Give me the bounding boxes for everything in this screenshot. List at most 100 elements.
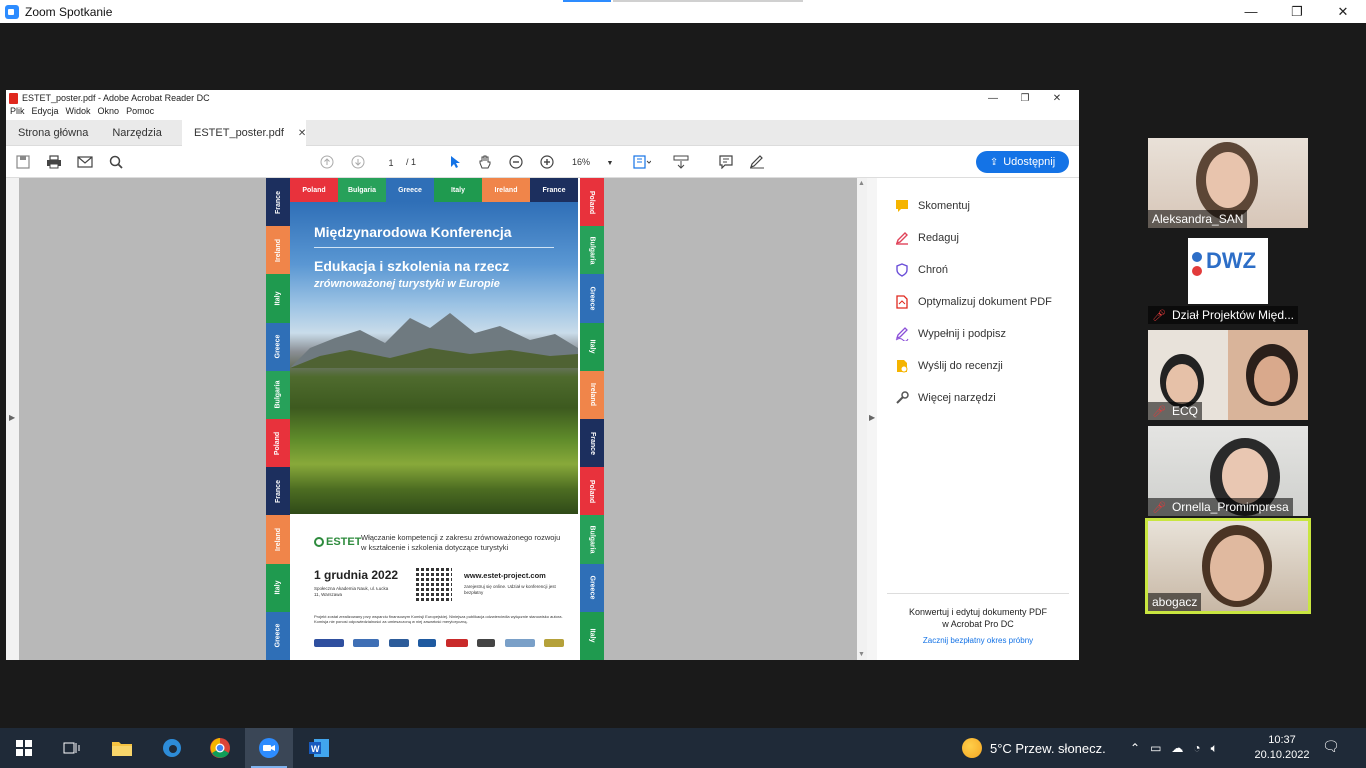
- poster-date: 1 grudnia 2022: [314, 568, 399, 582]
- menu-file[interactable]: Plik: [10, 106, 25, 120]
- poster-country-label: Poland: [580, 467, 604, 516]
- zoom-out-icon[interactable]: [507, 153, 525, 171]
- taskbar-clock[interactable]: 10:37 20.10.2022: [1252, 733, 1312, 763]
- participant-name: Aleksandra_SAN: [1148, 210, 1248, 228]
- fit-page-icon[interactable]: [633, 153, 651, 171]
- tab-tools[interactable]: Narzędzia: [100, 120, 174, 145]
- tool-fill-sign[interactable]: Wypełnij i podpisz: [894, 326, 1006, 342]
- clock-date: 20.10.2022: [1254, 749, 1310, 761]
- cloud-icon[interactable]: ☁: [1171, 741, 1183, 755]
- promo-line2: w Acrobat Pro DC: [942, 619, 1014, 629]
- document-scrollbar[interactable]: ▲ ▼: [857, 178, 867, 660]
- notifications-icon[interactable]: 🗨︎: [1322, 738, 1340, 755]
- menu-help[interactable]: Pomoc: [126, 106, 154, 120]
- menu-view[interactable]: Widok: [66, 106, 91, 120]
- poster-country-name: Greece: [588, 575, 596, 600]
- optimize-icon: [894, 294, 910, 310]
- tools-panel-toggle[interactable]: ▶: [867, 178, 877, 660]
- battery-icon[interactable]: ▭: [1150, 741, 1161, 755]
- tool-protect[interactable]: Chroń: [894, 262, 948, 278]
- fill-sign-icon: [894, 326, 910, 342]
- scroll-up-icon[interactable]: ▲: [858, 180, 865, 187]
- zoom-app-icon: [259, 738, 279, 758]
- zoom-window-title: Zoom Spotkanie: [25, 4, 113, 19]
- save-icon[interactable]: [14, 153, 32, 171]
- shield-icon: [894, 262, 910, 278]
- scroll-down-icon[interactable]: ▼: [858, 651, 865, 658]
- start-button[interactable]: [0, 728, 48, 768]
- dwz-logo: DWZ: [1188, 238, 1268, 304]
- comment-icon[interactable]: [717, 153, 735, 171]
- acrobat-maximize-button[interactable]: ❐: [1009, 93, 1041, 104]
- email-icon[interactable]: [76, 153, 94, 171]
- free-trial-link[interactable]: Zacznij bezpłatny okres próbny: [877, 636, 1079, 645]
- participant-tile[interactable]: 🎤︎ Ornella_Promimpresa: [1148, 426, 1308, 516]
- draw-icon[interactable]: [748, 153, 766, 171]
- tool-protect-label: Chroń: [918, 264, 948, 276]
- page-number-input[interactable]: 1: [380, 154, 402, 170]
- poster-country-label: Bulgaria: [266, 370, 290, 419]
- wifi-icon[interactable]: ◔: [1193, 741, 1200, 755]
- task-view-button[interactable]: [48, 728, 96, 768]
- acrobat-close-button[interactable]: ✕: [1041, 93, 1073, 104]
- tool-send-review-label: Wyślij do recenzji: [918, 360, 1003, 372]
- zoom-view-indicator: [563, 0, 611, 2]
- tool-redact[interactable]: Redaguj: [894, 230, 959, 246]
- word-icon: W: [309, 739, 329, 757]
- search-icon[interactable]: [107, 153, 125, 171]
- tab-close-icon[interactable]: ✕: [298, 128, 306, 139]
- participant-tile[interactable]: 🎤︎ ECQ: [1148, 330, 1308, 420]
- document-viewport[interactable]: France Ireland Italy Greece Bulgaria Poland Fr…: [19, 178, 857, 660]
- sponsor-logo: [353, 639, 380, 647]
- zoom-in-icon[interactable]: [538, 153, 556, 171]
- weather-widget[interactable]: 5°C Przew. słonecz.: [962, 728, 1106, 768]
- zoom-level-select[interactable]: 16% ▼: [572, 154, 616, 170]
- clock-time: 10:37: [1268, 734, 1296, 746]
- select-tool-icon[interactable]: [446, 153, 464, 171]
- taskbar-edge[interactable]: [148, 728, 196, 768]
- menu-window[interactable]: Okno: [98, 106, 120, 120]
- poster-country-name: Ireland: [588, 383, 596, 407]
- participant-tile[interactable]: DWZ 🎤︎ Dział Projektów Międ...: [1148, 234, 1308, 324]
- next-page-icon[interactable]: [349, 153, 367, 171]
- tool-more-tools[interactable]: Więcej narzędzi: [894, 390, 996, 406]
- tool-optimize[interactable]: Optymalizuj dokument PDF: [894, 294, 1052, 310]
- minimize-button[interactable]: —: [1228, 0, 1274, 23]
- close-button[interactable]: ✕: [1320, 0, 1366, 23]
- tab-home[interactable]: Strona główna: [6, 120, 100, 145]
- previous-page-icon[interactable]: [318, 153, 336, 171]
- tab-document[interactable]: ESTET_poster.pdf ✕: [182, 120, 306, 146]
- sponsor-logo: [543, 639, 564, 647]
- poster-title-divider: [314, 247, 554, 248]
- poster-country-label: Poland: [290, 178, 338, 202]
- print-icon[interactable]: [45, 153, 63, 171]
- taskbar-file-explorer[interactable]: [98, 728, 146, 768]
- sponsor-logo: [418, 639, 437, 647]
- acrobat-minimize-button[interactable]: —: [977, 93, 1009, 104]
- menu-edit[interactable]: Edycja: [32, 106, 59, 120]
- poster-country-name: Ireland: [274, 238, 282, 262]
- taskbar-word[interactable]: W: [295, 728, 343, 768]
- poster-country-label: Bulgaria: [580, 226, 604, 275]
- taskbar-chrome[interactable]: [196, 728, 244, 768]
- tool-comment[interactable]: Skomentuj: [894, 198, 970, 214]
- taskbar-zoom[interactable]: [245, 728, 293, 768]
- acrobat-titlebar: ESTET_poster.pdf - Adobe Acrobat Reader …: [6, 90, 1079, 106]
- left-panel-toggle[interactable]: ▶: [6, 178, 19, 660]
- participant-tile[interactable]: Aleksandra_SAN: [1148, 138, 1308, 228]
- scroll-mode-icon[interactable]: [672, 153, 690, 171]
- chevron-right-icon: ▶: [869, 413, 876, 422]
- tool-send-review[interactable]: Wyślij do recenzji: [894, 358, 1003, 374]
- dwz-logo-mark: [1192, 266, 1202, 276]
- poster-country-name: Bulgaria: [274, 380, 282, 409]
- maximize-button[interactable]: ❐: [1274, 0, 1320, 23]
- share-button[interactable]: ⇪ Udostępnij: [976, 151, 1069, 173]
- volume-icon[interactable]: 🔈︎: [1211, 741, 1218, 756]
- poster-country-name: Greece: [398, 186, 422, 194]
- hand-tool-icon[interactable]: [476, 153, 494, 171]
- poster-country-name: Bulgaria: [588, 236, 596, 265]
- participant-name: 🎤︎ Dział Projektów Międ...: [1148, 306, 1299, 324]
- participant-tile-active-speaker[interactable]: abogacz: [1145, 518, 1311, 614]
- chevron-up-icon[interactable]: ⌃: [1130, 741, 1140, 755]
- poster-country-name: France: [542, 186, 566, 194]
